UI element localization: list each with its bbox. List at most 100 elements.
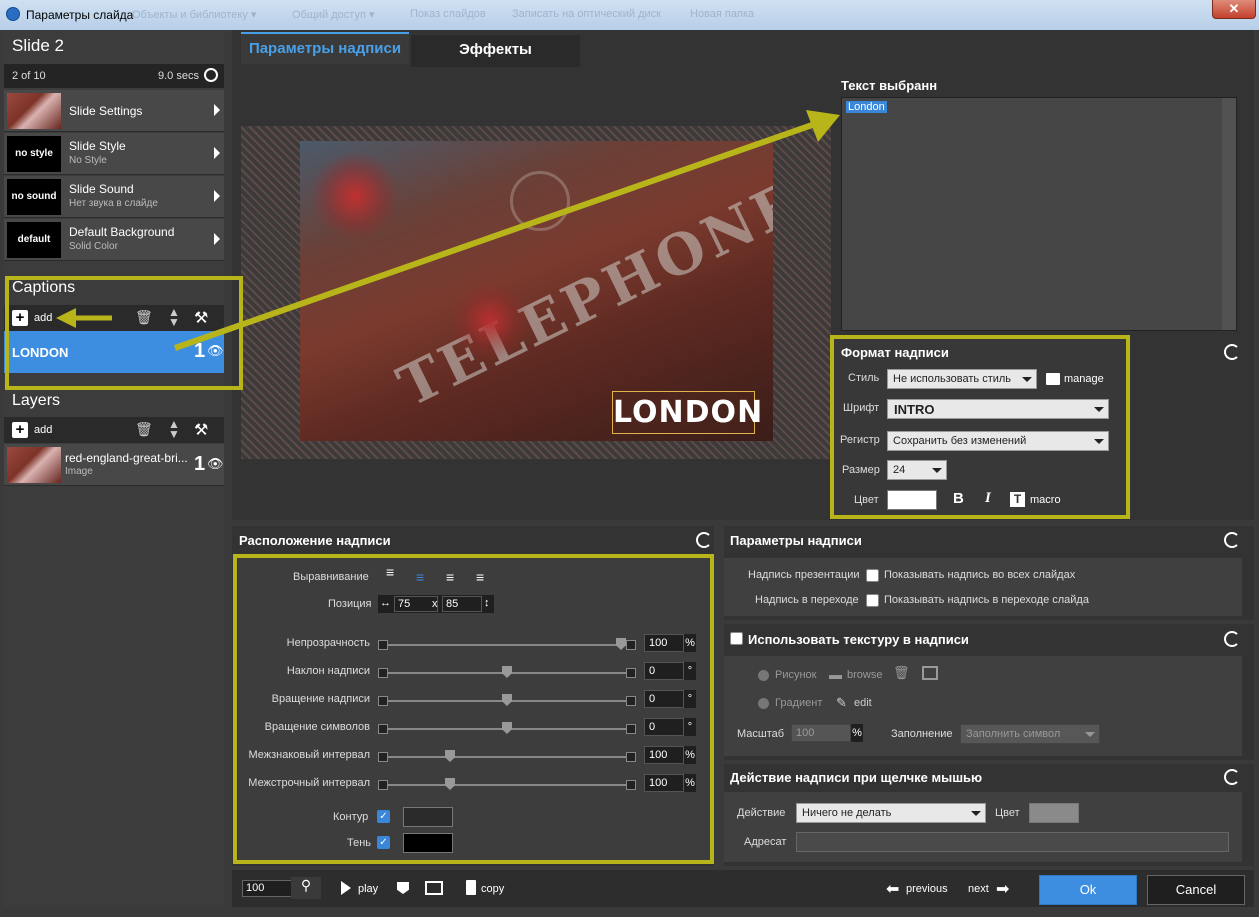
- use-texture-checkbox[interactable]: [730, 632, 743, 645]
- edit-button[interactable]: edit: [854, 697, 872, 709]
- tab-effects[interactable]: Эффекты: [411, 35, 580, 67]
- reset-icon[interactable]: [1224, 631, 1240, 647]
- reset-icon[interactable]: [696, 532, 712, 548]
- captions-highlight-box: [5, 276, 243, 390]
- copy-button[interactable]: copy: [481, 883, 504, 895]
- play-button[interactable]: play: [358, 883, 378, 895]
- show-all-slides-text[interactable]: Показывать надпись во всех слайдах: [884, 569, 1075, 581]
- slide-settings-row[interactable]: Slide Settings: [4, 90, 224, 132]
- layers-toolbar: + add 🗑 ▲ ▼ ⚒: [4, 417, 224, 443]
- background-menu-item: Объекты и библиотеку ▾: [132, 9, 257, 21]
- caption-text-input[interactable]: London: [841, 97, 1237, 331]
- row-title: Slide Sound: [69, 182, 134, 196]
- chevron-right-icon: [214, 190, 220, 202]
- folder-icon[interactable]: ▬: [829, 667, 842, 682]
- layer-title: red-england-great-bri...: [65, 451, 188, 465]
- pencil-icon[interactable]: ✎: [836, 695, 847, 711]
- tools-icon[interactable]: ⚒: [194, 420, 208, 440]
- row-title: Slide Settings: [69, 104, 143, 118]
- texture-header[interactable]: Использовать текстуру в надписи: [748, 632, 969, 647]
- chevron-right-icon: [214, 233, 220, 245]
- ok-button[interactable]: Ok: [1039, 875, 1137, 905]
- chevron-down-icon: [971, 811, 981, 816]
- show-in-transition-checkbox[interactable]: [866, 594, 879, 607]
- caption-preview[interactable]: LONDON: [612, 391, 762, 434]
- copy-icon[interactable]: [466, 880, 476, 895]
- add-layer-icon[interactable]: +: [12, 422, 28, 438]
- chevron-down-icon: [1085, 732, 1095, 737]
- next-button[interactable]: next: [968, 883, 989, 895]
- slide-duration: 9.0 secs: [158, 70, 199, 82]
- close-button[interactable]: ✕: [1212, 0, 1256, 19]
- clock-icon[interactable]: [204, 68, 218, 82]
- trash-icon[interactable]: 🗑: [135, 421, 153, 438]
- background-menu-item: Новая папка: [690, 8, 755, 20]
- scale-input[interactable]: 100: [791, 724, 851, 742]
- scale-unit: %: [851, 724, 863, 742]
- row-subtitle: Нет звука в слайде: [69, 198, 158, 209]
- eye-icon[interactable]: 👁: [207, 456, 224, 472]
- slide-style-row[interactable]: no style Slide Style No Style: [4, 133, 224, 175]
- position-highlight-box: [233, 554, 714, 864]
- previous-button[interactable]: previous: [906, 883, 948, 895]
- slide-title: Slide 2: [4, 30, 224, 64]
- slide-sound-row[interactable]: no sound Slide Sound Нет звука в слайде: [4, 176, 224, 218]
- address-label: Адресат: [744, 836, 787, 848]
- show-all-slides-checkbox[interactable]: [866, 569, 879, 582]
- flowers-decoration: [450, 281, 530, 361]
- add-layer-button[interactable]: add: [34, 424, 52, 436]
- browse-button[interactable]: browse: [847, 669, 882, 681]
- title-bar: Параметры слайда Объекты и библиотеку ▾ …: [0, 0, 1259, 30]
- reorder-icon[interactable]: ▲ ▼: [168, 418, 180, 440]
- background-menu-item: Показ слайдов: [410, 8, 486, 20]
- caption-params-header: Параметры надписи: [730, 533, 862, 548]
- gradient-radio[interactable]: [758, 698, 769, 709]
- export-icon[interactable]: [922, 666, 938, 680]
- picture-radio[interactable]: [758, 670, 769, 681]
- fill-select[interactable]: Заполнить символ: [960, 724, 1100, 744]
- arrow-right-icon[interactable]: ➡: [996, 879, 1009, 899]
- layers-header: Layers: [12, 392, 61, 409]
- position-header: Расположение надписи: [239, 533, 391, 548]
- reset-icon[interactable]: [1224, 344, 1240, 360]
- search-icon[interactable]: ⚲: [291, 877, 321, 899]
- crown-emblem: [510, 171, 570, 231]
- picture-label: Рисунок: [775, 669, 817, 681]
- selected-text-header: Текст выбранн: [841, 78, 938, 93]
- chevron-right-icon: [214, 104, 220, 116]
- background-menu-item: Записать на оптический диск: [512, 8, 661, 20]
- gradient-label: Градиент: [775, 697, 823, 709]
- action-header: Действие надписи при щелчке мышью: [730, 770, 983, 785]
- cancel-button[interactable]: Cancel: [1147, 875, 1245, 905]
- action-color-swatch[interactable]: [1029, 803, 1079, 823]
- background-thumbnail: default: [7, 222, 61, 258]
- text-scrollbar[interactable]: [1222, 98, 1236, 330]
- tab-caption-params[interactable]: Параметры надписи: [241, 32, 409, 64]
- photo-lettering: TELEPHONE: [387, 167, 773, 421]
- transition-caption-label: Надпись в переходе: [755, 594, 859, 606]
- play-icon[interactable]: [341, 881, 351, 895]
- slide-thumbnail: [7, 93, 61, 129]
- arrow-left-icon[interactable]: ⬅: [886, 879, 899, 899]
- action-label: Действие: [737, 807, 786, 819]
- reset-icon[interactable]: [1224, 769, 1240, 785]
- zoom-input[interactable]: 100: [242, 880, 292, 897]
- slide-position: 2 of 10: [12, 70, 46, 82]
- window-title: Параметры слайда: [26, 8, 134, 22]
- layer-list-item[interactable]: red-england-great-bri... Image 1 👁: [4, 444, 224, 486]
- frame-icon[interactable]: [425, 881, 443, 895]
- address-input[interactable]: [796, 832, 1229, 852]
- default-background-row[interactable]: default Default Background Solid Color: [4, 219, 224, 261]
- layer-subtitle: Image: [65, 466, 93, 477]
- action-select[interactable]: Ничего не делать: [796, 803, 986, 823]
- trash-icon[interactable]: 🗑: [893, 665, 910, 681]
- fill-label: Заполнение: [891, 728, 953, 740]
- row-title: Default Background: [69, 225, 175, 239]
- flowers-decoration: [310, 151, 400, 241]
- row-subtitle: Solid Color: [69, 241, 118, 252]
- reset-icon[interactable]: [1224, 532, 1240, 548]
- scale-label: Масштаб: [737, 728, 785, 740]
- app-icon: [6, 7, 20, 21]
- action-color-label: Цвет: [995, 807, 1020, 819]
- show-in-transition-text[interactable]: Показывать надпись в переходе слайда: [884, 594, 1089, 606]
